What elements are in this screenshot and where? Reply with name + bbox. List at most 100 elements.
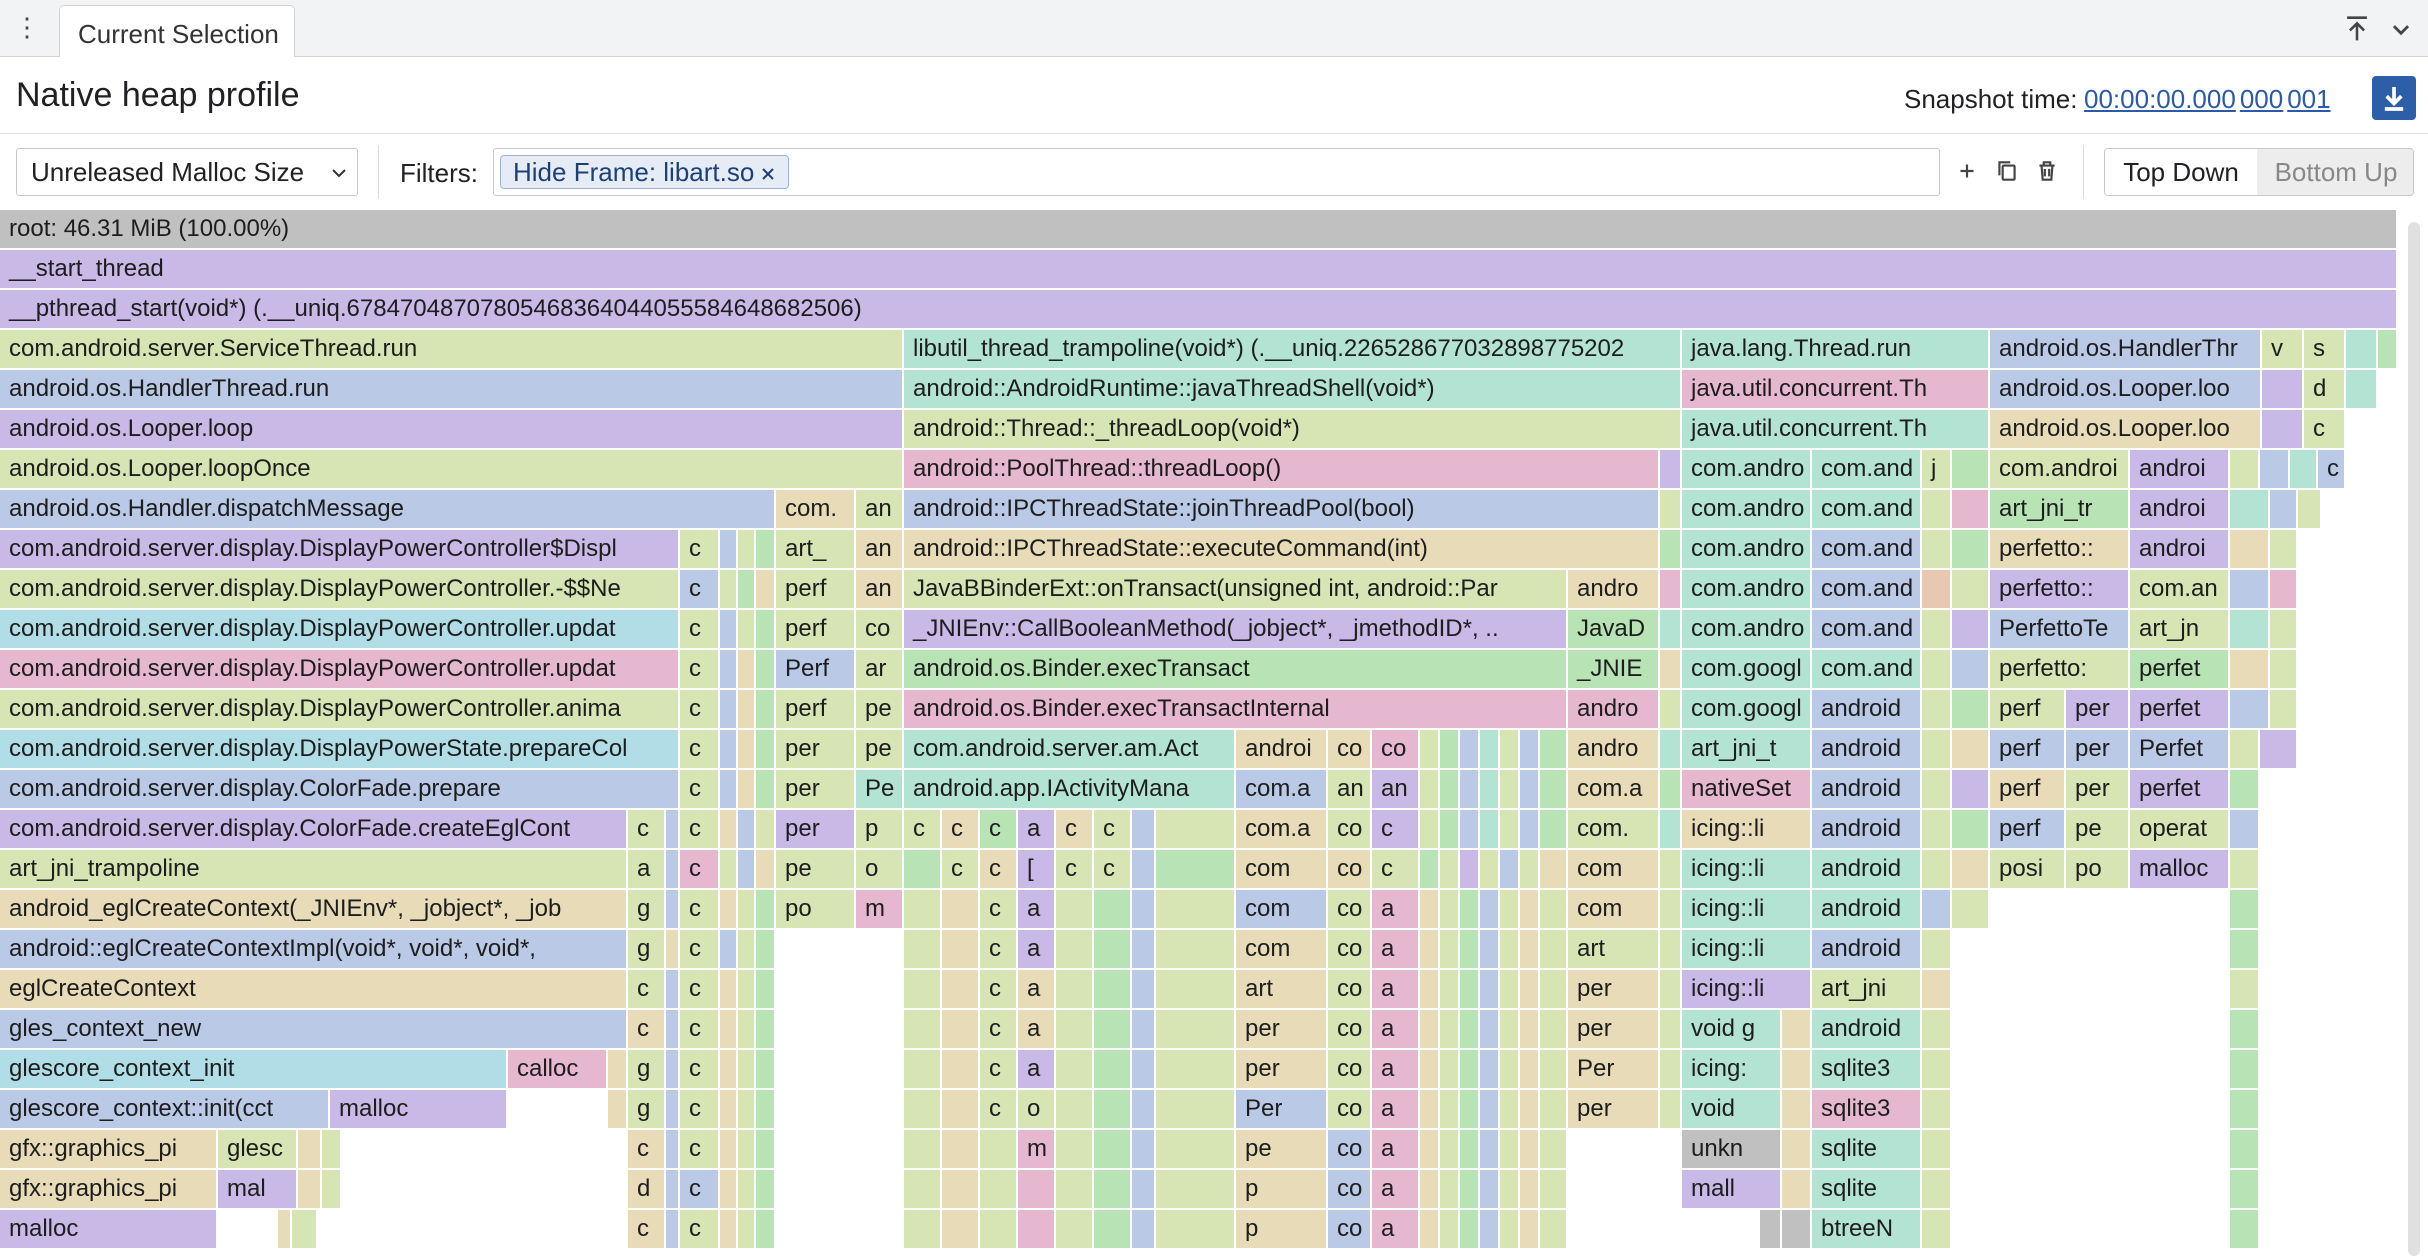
flame-frame[interactable] (1952, 730, 1990, 768)
flame-frame[interactable] (904, 1050, 942, 1088)
flame-frame[interactable]: g (628, 930, 666, 968)
flame-frame[interactable] (1520, 1050, 1540, 1088)
flame-frame[interactable]: c (2318, 450, 2346, 488)
flame-frame[interactable]: perfetto:: (1990, 570, 2130, 608)
flame-frame[interactable] (1922, 1210, 1952, 1248)
flame-frame[interactable] (1440, 730, 1460, 768)
flame-frame[interactable]: java.lang.Thread.run (1682, 330, 1990, 368)
flame-frame[interactable]: com.andro (1682, 490, 1812, 528)
flame-frame[interactable] (738, 530, 756, 568)
flame-frame[interactable] (1460, 1010, 1480, 1048)
flame-frame[interactable] (738, 570, 756, 608)
flame-frame[interactable] (2230, 1130, 2260, 1168)
flame-frame[interactable]: java.util.concurrent.Th (1682, 410, 1990, 448)
flame-frame[interactable] (738, 850, 756, 888)
flame-frame[interactable] (1094, 970, 1132, 1008)
flame-frame[interactable] (1782, 1210, 1812, 1248)
flame-frame[interactable]: c (680, 1210, 720, 1248)
flame-frame[interactable] (1156, 1010, 1236, 1048)
flame-frame[interactable] (1660, 450, 1682, 488)
flame-frame[interactable] (1480, 1210, 1500, 1248)
flame-frame[interactable] (1156, 1170, 1236, 1208)
flame-frame[interactable] (1540, 1170, 1568, 1208)
flame-frame[interactable]: a (628, 850, 666, 888)
bottom-up-button[interactable]: Bottom Up (2257, 149, 2413, 195)
flame-frame[interactable]: c (980, 850, 1018, 888)
flame-frame[interactable] (1460, 1090, 1480, 1128)
flame-frame[interactable] (1782, 1050, 1812, 1088)
flame-frame[interactable]: c (680, 850, 720, 888)
pin-top-icon[interactable] (2340, 12, 2374, 46)
flame-frame[interactable]: a (1018, 1010, 1056, 1048)
flame-frame[interactable] (738, 1090, 756, 1128)
flame-frame[interactable]: com (1568, 890, 1660, 928)
flame-frame[interactable]: com.googl (1682, 690, 1812, 728)
flame-frame[interactable]: Perfet (2130, 730, 2230, 768)
metric-select[interactable]: Unreleased Malloc Size (16, 148, 358, 196)
flame-frame[interactable]: com (1236, 930, 1328, 968)
flame-frame[interactable] (2230, 570, 2270, 608)
flame-frame[interactable] (666, 1090, 680, 1128)
flame-frame[interactable]: com (1236, 850, 1328, 888)
flame-frame[interactable] (1420, 730, 1440, 768)
flame-frame[interactable]: operat (2130, 810, 2230, 848)
flame-frame[interactable]: icing::li (1682, 930, 1812, 968)
flame-frame[interactable]: android::Thread::_threadLoop(void*) (904, 410, 1682, 448)
flame-frame[interactable]: perfetto:: (1990, 530, 2130, 568)
flame-frame[interactable]: a (1372, 1050, 1420, 1088)
flame-frame[interactable]: android.os.HandlerThread.run (0, 370, 904, 408)
flame-frame[interactable] (1132, 1130, 1156, 1168)
flame-frame[interactable] (1922, 970, 1952, 1008)
flame-frame[interactable]: com (1568, 850, 1660, 888)
flame-frame[interactable]: c (680, 650, 720, 688)
flame-frame[interactable]: unkn (1682, 1130, 1782, 1168)
flame-frame[interactable] (1540, 770, 1568, 808)
flame-frame[interactable] (1922, 930, 1952, 968)
flame-frame[interactable] (1922, 1010, 1952, 1048)
flame-frame[interactable] (666, 1130, 680, 1168)
flame-frame[interactable]: per (2066, 690, 2130, 728)
flame-frame[interactable] (1540, 1130, 1568, 1168)
flame-frame[interactable] (1520, 850, 1540, 888)
flame-frame[interactable] (1520, 890, 1540, 928)
flame-frame[interactable]: android (1812, 690, 1922, 728)
flame-frame[interactable] (2230, 850, 2260, 888)
flame-frame[interactable] (1500, 730, 1520, 768)
flame-frame[interactable] (1660, 890, 1682, 928)
flame-frame[interactable]: com.android.server.display.DisplayPowerC… (0, 570, 680, 608)
flame-frame[interactable]: androi (1236, 730, 1328, 768)
flame-frame[interactable] (1480, 1010, 1500, 1048)
snapshot-time-part[interactable]: 001 (2287, 84, 2330, 114)
flame-frame[interactable] (1440, 1210, 1460, 1248)
tab-current-selection[interactable]: Current Selection (59, 5, 295, 57)
flame-frame[interactable]: co (1372, 730, 1420, 768)
flame-frame[interactable] (1460, 770, 1480, 808)
flame-frame[interactable] (1660, 1090, 1682, 1128)
flame-frame[interactable] (2346, 370, 2378, 408)
flame-frame[interactable] (1156, 1210, 1236, 1248)
flame-frame[interactable] (904, 890, 942, 928)
flame-frame[interactable]: c (942, 810, 980, 848)
flame-frame[interactable]: g (628, 1050, 666, 1088)
flame-frame[interactable] (720, 610, 738, 648)
flame-frame[interactable]: c (980, 890, 1018, 928)
flame-frame[interactable] (720, 530, 738, 568)
flame-frame[interactable]: co (1328, 1130, 1372, 1168)
flame-frame[interactable] (1660, 1050, 1682, 1088)
flame-frame[interactable]: glescore_context::init(cct (0, 1090, 330, 1128)
flame-frame[interactable]: androi (2130, 530, 2230, 568)
flame-frame[interactable] (2230, 1090, 2260, 1128)
flame-frame[interactable]: per (1568, 1090, 1660, 1128)
flame-frame[interactable]: j (1922, 450, 1952, 488)
flame-frame[interactable] (2270, 530, 2298, 568)
flame-frame[interactable] (904, 1130, 942, 1168)
flame-frame[interactable] (738, 1130, 756, 1168)
filter-input[interactable]: Hide Frame: libart.so (493, 148, 1940, 196)
flame-frame[interactable] (1922, 850, 1952, 888)
flame-frame[interactable]: perf (1990, 770, 2066, 808)
flame-frame[interactable]: com.android.server.display.ColorFade.cre… (0, 810, 628, 848)
flame-frame[interactable] (904, 1010, 942, 1048)
flame-frame[interactable] (1660, 730, 1682, 768)
flame-frame[interactable] (1132, 1170, 1156, 1208)
flame-frame[interactable] (608, 1050, 628, 1088)
